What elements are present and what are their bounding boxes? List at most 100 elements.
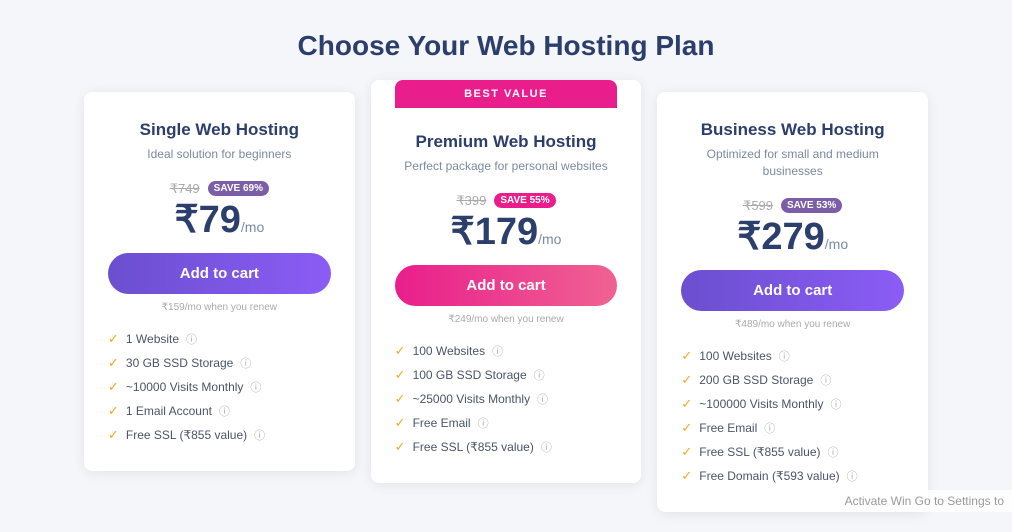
plan-name-single: Single Web Hosting (108, 120, 331, 140)
feature-item: ✓ Free Email ⓘ (395, 411, 618, 435)
check-icon: ✓ (108, 331, 119, 347)
feature-item: ✓ Free Domain (₹593 value) ⓘ (681, 464, 904, 488)
renew-note-single: ₹159/mo when you renew (108, 302, 331, 313)
check-icon: ✓ (108, 427, 119, 443)
price-row-business: ₹599 SAVE 53% (681, 198, 904, 214)
feature-text: Free Domain (₹593 value) (699, 469, 839, 483)
feature-text: Free SSL (₹855 value) (413, 440, 534, 454)
main-price-business: ₹279/mo (681, 218, 904, 256)
info-icon[interactable]: ⓘ (830, 396, 841, 412)
feature-text: 30 GB SSD Storage (126, 356, 233, 370)
check-icon: ✓ (108, 355, 119, 371)
original-price-business: ₹599 (743, 198, 773, 214)
check-icon: ✓ (681, 372, 692, 388)
info-icon[interactable]: ⓘ (537, 391, 548, 407)
feature-item: ✓ 1 Website ⓘ (108, 327, 331, 351)
info-icon[interactable]: ⓘ (847, 468, 858, 484)
check-icon: ✓ (395, 391, 406, 407)
check-icon: ✓ (395, 367, 406, 383)
feature-item: ✓ ~25000 Visits Monthly ⓘ (395, 387, 618, 411)
check-icon: ✓ (108, 379, 119, 395)
main-price-premium: ₹179/mo (395, 213, 618, 251)
feature-text: Free SSL (₹855 value) (126, 428, 247, 442)
info-icon[interactable]: ⓘ (779, 348, 790, 364)
feature-item: ✓ 30 GB SSD Storage ⓘ (108, 351, 331, 375)
per-mo-single: /mo (241, 219, 264, 235)
per-mo-premium: /mo (538, 231, 561, 247)
feature-item: ✓ 200 GB SSD Storage ⓘ (681, 368, 904, 392)
renew-note-premium: ₹249/mo when you renew (395, 314, 618, 325)
plan-desc-business: Optimized for small and medium businesse… (681, 146, 904, 180)
info-icon[interactable]: ⓘ (828, 444, 839, 460)
feature-text: 100 GB SSD Storage (413, 368, 527, 382)
best-value-banner: BEST VALUE (395, 80, 618, 108)
activate-windows-watermark: Activate Win Go to Settings to (837, 490, 1012, 512)
feature-text: 100 Websites (413, 344, 486, 358)
check-icon: ✓ (395, 439, 406, 455)
info-icon[interactable]: ⓘ (764, 420, 775, 436)
feature-text: 200 GB SSD Storage (699, 373, 813, 387)
plan-card-premium: BEST VALUE Premium Web Hosting Perfect pac… (371, 80, 642, 483)
feature-text: 1 Email Account (126, 404, 212, 418)
per-mo-business: /mo (825, 236, 848, 252)
features-list-premium: ✓ 100 Websites ⓘ ✓ 100 GB SSD Storage ⓘ … (395, 339, 618, 459)
feature-text: Free Email (699, 421, 757, 435)
plan-name-premium: Premium Web Hosting (395, 132, 618, 152)
check-icon: ✓ (681, 468, 692, 484)
feature-text: Free Email (413, 416, 471, 430)
feature-item: ✓ Free Email ⓘ (681, 416, 904, 440)
feature-item: ✓ Free SSL (₹855 value) ⓘ (395, 435, 618, 459)
feature-item: ✓ ~10000 Visits Monthly ⓘ (108, 375, 331, 399)
info-icon[interactable]: ⓘ (250, 379, 261, 395)
info-icon[interactable]: ⓘ (240, 355, 251, 371)
check-icon: ✓ (681, 396, 692, 412)
original-price-premium: ₹399 (456, 193, 486, 209)
feature-item: ✓ Free SSL (₹855 value) ⓘ (108, 423, 331, 447)
feature-text: 100 Websites (699, 349, 772, 363)
feature-text: 1 Website (126, 332, 179, 346)
plan-card-single: Single Web Hosting Ideal solution for beg… (84, 92, 355, 471)
feature-text: ~25000 Visits Monthly (413, 392, 531, 406)
price-row-single: ₹749 SAVE 69% (108, 181, 331, 197)
feature-item: ✓ 100 GB SSD Storage ⓘ (395, 363, 618, 387)
check-icon: ✓ (395, 343, 406, 359)
plans-container: Single Web Hosting Ideal solution for beg… (76, 92, 936, 512)
info-icon[interactable]: ⓘ (478, 415, 489, 431)
features-list-single: ✓ 1 Website ⓘ ✓ 30 GB SSD Storage ⓘ ✓ ~1… (108, 327, 331, 447)
main-price-single: ₹79/mo (108, 201, 331, 239)
add-to-cart-button-premium[interactable]: Add to cart (395, 265, 618, 306)
info-icon[interactable]: ⓘ (492, 343, 503, 359)
price-row-premium: ₹399 SAVE 55% (395, 193, 618, 209)
feature-text: ~100000 Visits Monthly (699, 397, 823, 411)
save-badge-business: SAVE 53% (781, 198, 842, 213)
add-to-cart-button-single[interactable]: Add to cart (108, 253, 331, 294)
plan-name-business: Business Web Hosting (681, 120, 904, 140)
feature-text: Free SSL (₹855 value) (699, 445, 820, 459)
feature-item: ✓ 100 Websites ⓘ (395, 339, 618, 363)
page-title: Choose Your Web Hosting Plan (298, 30, 715, 62)
info-icon[interactable]: ⓘ (820, 372, 831, 388)
feature-item: ✓ Free SSL (₹855 value) ⓘ (681, 440, 904, 464)
plan-desc-premium: Perfect package for personal websites (395, 158, 618, 175)
info-icon[interactable]: ⓘ (254, 427, 265, 443)
info-icon[interactable]: ⓘ (219, 403, 230, 419)
info-icon[interactable]: ⓘ (186, 331, 197, 347)
original-price-single: ₹749 (170, 181, 200, 197)
feature-text: ~10000 Visits Monthly (126, 380, 244, 394)
add-to-cart-button-business[interactable]: Add to cart (681, 270, 904, 311)
save-badge-premium: SAVE 55% (494, 193, 555, 208)
info-icon[interactable]: ⓘ (541, 439, 552, 455)
info-icon[interactable]: ⓘ (534, 367, 545, 383)
check-icon: ✓ (681, 348, 692, 364)
plan-desc-single: Ideal solution for beginners (108, 146, 331, 163)
feature-item: ✓ ~100000 Visits Monthly ⓘ (681, 392, 904, 416)
check-icon: ✓ (395, 415, 406, 431)
feature-item: ✓ 1 Email Account ⓘ (108, 399, 331, 423)
feature-item: ✓ 100 Websites ⓘ (681, 344, 904, 368)
save-badge-single: SAVE 69% (208, 181, 269, 196)
check-icon: ✓ (681, 444, 692, 460)
plan-card-business: Business Web Hosting Optimized for small … (657, 92, 928, 512)
features-list-business: ✓ 100 Websites ⓘ ✓ 200 GB SSD Storage ⓘ … (681, 344, 904, 488)
renew-note-business: ₹489/mo when you renew (681, 319, 904, 330)
check-icon: ✓ (108, 403, 119, 419)
